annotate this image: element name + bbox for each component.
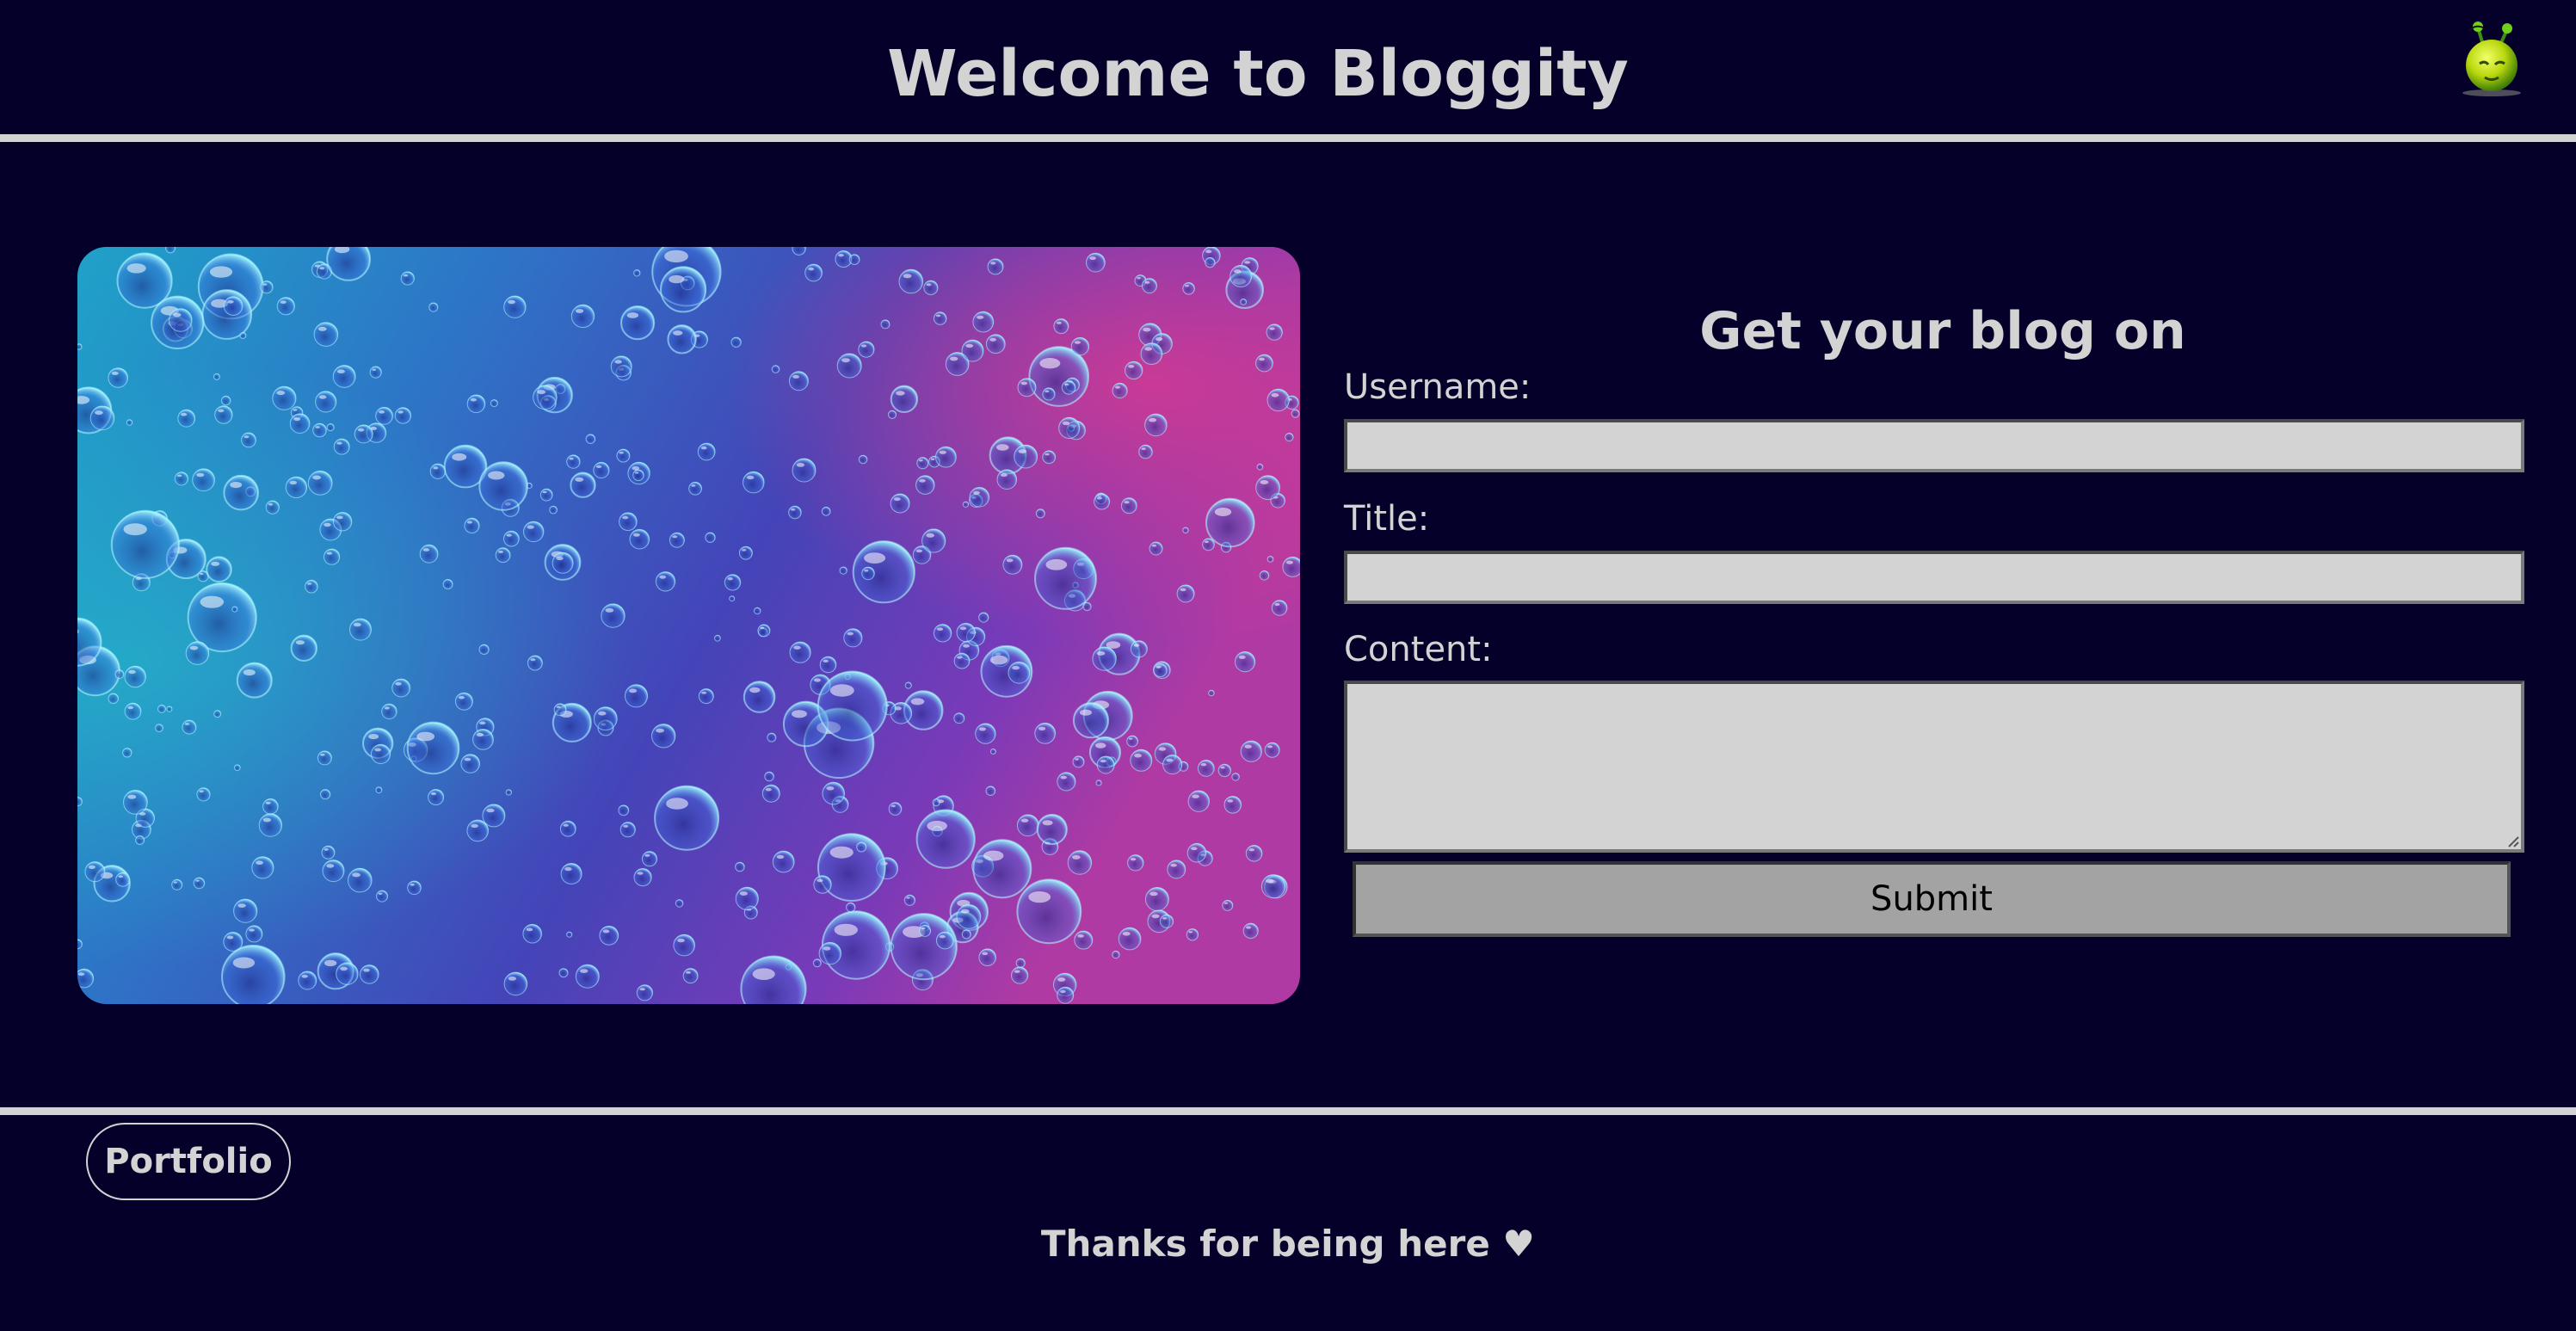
water-droplets-image [77,247,1300,1004]
form-heading: Get your blog on [1699,301,2186,361]
username-label: Username: [1344,367,1531,407]
content-textarea[interactable] [1344,681,2524,853]
title-label: Title: [1344,499,1430,539]
alien-mascot-icon [2461,19,2523,98]
main-content: Get your blog on Username: Title: Conten… [0,142,2576,1107]
site-footer: Portfolio Thanks for being here ♥ [0,1107,2576,1331]
footer-thanks-text: Thanks for being here ♥ [1040,1223,1536,1265]
content-label: Content: [1344,630,1493,669]
content-field-wrapper [1344,681,2524,853]
title-input[interactable] [1344,551,2524,604]
site-header: Welcome to Bloggity [0,0,2576,142]
portfolio-link[interactable]: Portfolio [86,1123,291,1200]
username-input[interactable] [1344,419,2524,472]
page-title: Welcome to Bloggity [887,37,1629,111]
submit-button[interactable]: Submit [1353,861,2511,937]
